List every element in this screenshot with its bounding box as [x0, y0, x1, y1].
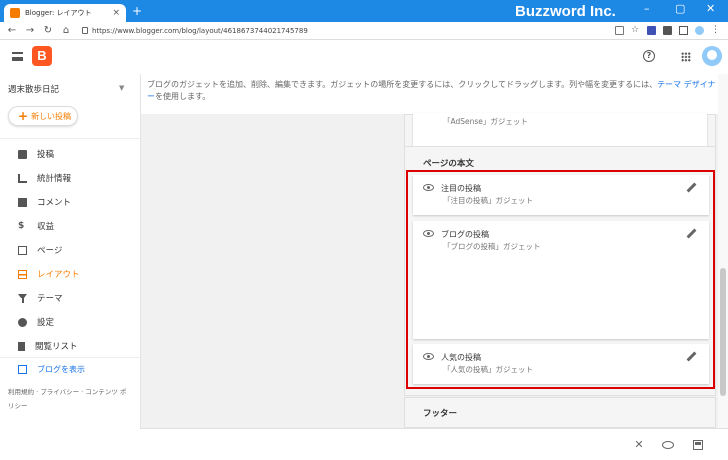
sidebar-item-label: 統計情報 — [37, 174, 72, 184]
bookmark-icon — [18, 341, 25, 351]
reload-icon[interactable]: ↻ — [42, 25, 54, 36]
pages-icon — [18, 245, 27, 255]
blog-title[interactable]: 週末散歩日記 — [8, 83, 59, 95]
description-text-end: を使用します。 — [155, 92, 211, 101]
profile-icon[interactable] — [695, 26, 704, 35]
blogger-logo-icon[interactable]: B — [32, 46, 52, 66]
menu-kebab-icon[interactable]: ⋮ — [711, 26, 720, 35]
close-window-icon[interactable]: ✕ — [706, 2, 715, 15]
share-icon[interactable] — [615, 26, 624, 35]
new-post-label: 新しい投稿 — [31, 111, 72, 121]
new-tab-button[interactable]: + — [132, 4, 142, 18]
sidebar-item-label: ページ — [37, 246, 63, 256]
sidebar-item-pages[interactable]: ページ — [0, 240, 140, 260]
sidebar: 週末散歩日記 ▼ + 新しい投稿 投稿 統計情報 コメント $ 収益 ページ レ… — [0, 74, 140, 460]
sidebar-divider — [0, 138, 140, 139]
browser-tab[interactable]: Blogger: レイアウト × — [4, 4, 126, 22]
comment-icon — [18, 197, 27, 207]
star-icon[interactable]: ☆ — [631, 26, 640, 35]
sidebar-item-layout[interactable]: レイアウト — [0, 264, 140, 284]
sidebar-item-label: 設定 — [37, 318, 55, 328]
help-icon[interactable]: ? — [643, 50, 655, 62]
tab-title: Blogger: レイアウト — [25, 9, 92, 17]
maximize-icon[interactable]: ▢ — [675, 2, 685, 15]
apps-grid-icon[interactable] — [681, 52, 691, 62]
url-text: https://www.blogger.com/blog/layout/4618… — [92, 26, 308, 35]
address-bar: ← → ↻ ⌂ https://www.blogger.com/blog/lay… — [0, 22, 728, 40]
save-icon[interactable] — [693, 440, 703, 450]
lock-icon — [82, 27, 88, 34]
new-post-button[interactable]: + 新しい投稿 — [8, 106, 78, 126]
section-title: フッター — [423, 409, 458, 419]
scrollbar-thumb[interactable] — [720, 268, 726, 396]
footer-section: フッター — [404, 397, 716, 428]
gear-icon — [18, 317, 27, 327]
sidebar-item-label: 投稿 — [37, 150, 55, 160]
sidebar-item-reading-list[interactable]: 閲覧リスト — [0, 336, 140, 356]
sidepanel-icon[interactable] — [679, 26, 688, 35]
plus-icon: + — [18, 109, 29, 123]
stats-icon — [18, 173, 27, 183]
view-blog-link[interactable]: ブログを表示 — [18, 364, 85, 375]
view-blog-label: ブログを表示 — [37, 365, 85, 374]
layout-description: ブログのガジェットを追加、削除、編集できます。ガジェットの場所を変更するには、ク… — [141, 74, 728, 114]
sidebar-item-label: 収益 — [37, 222, 55, 232]
forward-icon[interactable]: → — [24, 25, 36, 36]
minimize-icon[interactable]: – — [644, 2, 650, 15]
tab-close-icon[interactable]: × — [112, 8, 120, 18]
sidebar-item-label: レイアウト — [37, 270, 80, 280]
layout-icon — [18, 269, 27, 279]
sidebar-item-comments[interactable]: コメント — [0, 192, 140, 212]
blogger-app-bar: B ? — [0, 40, 728, 74]
sidebar-divider — [0, 357, 140, 358]
browser-tab-bar: Blogger: レイアウト × + Buzzword Inc. – ▢ ✕ — [0, 0, 728, 22]
blogger-favicon-icon — [10, 8, 20, 18]
footer-links[interactable]: 利用規約 · プライバシー · コンテンツ ポリシー — [8, 385, 128, 413]
puzzle-icon[interactable] — [663, 26, 672, 35]
theme-icon — [18, 293, 27, 303]
adsense-gadget[interactable]: 「AdSense」ガジェット — [413, 113, 707, 149]
bottom-action-bar: ✕ — [140, 428, 728, 460]
sidebar-item-label: 閲覧リスト — [35, 342, 78, 352]
hamburger-menu-icon[interactable] — [12, 52, 23, 61]
sidebar-item-settings[interactable]: 設定 — [0, 312, 140, 332]
posts-icon — [18, 149, 27, 159]
highlight-box — [406, 170, 715, 389]
dollar-icon: $ — [18, 220, 25, 231]
sidebar-item-stats[interactable]: 統計情報 — [0, 168, 140, 188]
description-text: ブログのガジェットを追加、削除、編集できます。ガジェットの場所を変更するには、ク… — [147, 80, 658, 89]
url-field[interactable]: https://www.blogger.com/blog/layout/4618… — [82, 27, 615, 35]
sidebar-item-posts[interactable]: 投稿 — [0, 144, 140, 164]
brand-watermark: Buzzword Inc. — [515, 3, 616, 20]
home-icon[interactable]: ⌂ — [60, 25, 72, 36]
open-external-icon — [18, 365, 27, 374]
blog-selector-caret-icon[interactable]: ▼ — [119, 84, 124, 92]
preview-eye-icon[interactable] — [662, 441, 674, 449]
sidebar-item-label: コメント — [37, 198, 72, 208]
back-icon[interactable]: ← — [6, 25, 18, 36]
sidebar-item-theme[interactable]: テーマ — [0, 288, 140, 308]
avatar[interactable] — [702, 46, 722, 66]
sidebar-item-label: テーマ — [37, 294, 63, 304]
close-icon[interactable]: ✕ — [633, 439, 645, 451]
sidebar-item-earnings[interactable]: $ 収益 — [0, 216, 140, 236]
gadget-subtitle: 「AdSense」ガジェット — [443, 117, 528, 126]
section-title: ページの本文 — [423, 159, 474, 169]
extension-icon[interactable] — [647, 26, 656, 35]
